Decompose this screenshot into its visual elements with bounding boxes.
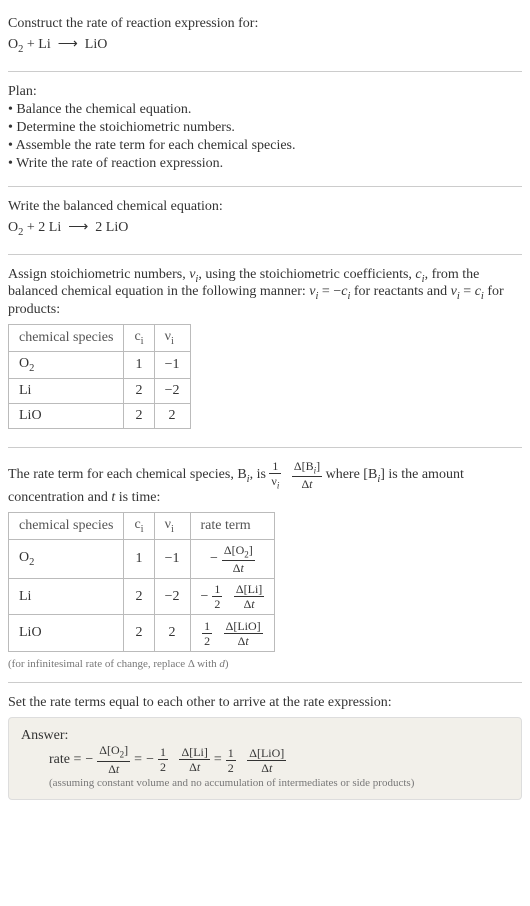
col-header: chemical species (9, 513, 124, 540)
infinitesimal-note: (for infinitesimal rate of change, repla… (8, 658, 522, 670)
problem-header: Construct the rate of reaction expressio… (8, 8, 522, 67)
vi-cell: −1 (154, 351, 190, 378)
species-cell: O2 (9, 539, 124, 578)
plan-item: • Determine the stoichiometric numbers. (8, 120, 522, 136)
ci-cell: 2 (124, 615, 154, 652)
balanced-title: Write the balanced chemical equation: (8, 199, 522, 215)
assign-section: Assign stoichiometric numbers, νi, using… (8, 259, 522, 443)
final-section: Set the rate terms equal to each other t… (8, 687, 522, 807)
ci-cell: 2 (124, 403, 154, 428)
species-cell: LiO (9, 403, 124, 428)
vi-cell: 2 (154, 403, 190, 428)
species-cell: Li (9, 378, 124, 403)
col-header: chemical species (9, 325, 124, 352)
ci-cell: 2 (124, 378, 154, 403)
species-cell: O2 (9, 351, 124, 378)
plan-item: • Assemble the rate term for each chemic… (8, 138, 522, 154)
rate-cell: 12 Δ[LiO]Δt (190, 615, 275, 652)
table-row: Li 2 −2 (9, 378, 191, 403)
answer-box: Answer: rate = −Δ[O2]Δt = −12 Δ[Li]Δt = … (8, 717, 522, 799)
plan-title: Plan: (8, 84, 522, 100)
divider (8, 71, 522, 72)
prompt-text: Construct the rate of reaction expressio… (8, 16, 522, 32)
ci-cell: 1 (124, 351, 154, 378)
divider (8, 254, 522, 255)
divider (8, 186, 522, 187)
assign-paragraph: Assign stoichiometric numbers, νi, using… (8, 267, 522, 319)
plan-item: • Write the rate of reaction expression. (8, 156, 522, 172)
table-row: LiO 2 2 12 Δ[LiO]Δt (9, 615, 275, 652)
assumption-note: (assuming constant volume and no accumul… (21, 777, 509, 789)
col-header: νi (154, 325, 190, 352)
vi-cell: −2 (154, 378, 190, 403)
species-cell: Li (9, 579, 124, 615)
rate-term-paragraph: The rate term for each chemical species,… (8, 460, 522, 506)
table-row: O2 1 −1 (9, 351, 191, 378)
rate-expression: rate = −Δ[O2]Δt = −12 Δ[Li]Δt = 12 Δ[LiO… (49, 744, 286, 774)
table-row: O2 1 −1 −Δ[O2]Δt (9, 539, 275, 578)
rate-cell: −Δ[O2]Δt (190, 539, 275, 578)
rate-expression-line: rate = −Δ[O2]Δt = −12 Δ[Li]Δt = 12 Δ[LiO… (21, 744, 509, 774)
rate-term-table: chemical species ci νi rate term O2 1 −1… (8, 512, 275, 652)
para-pre: The rate term for each chemical species,… (8, 467, 269, 482)
rate-cell: −12 Δ[Li]Δt (190, 579, 275, 615)
vi-cell: −2 (154, 579, 190, 615)
plan-item: • Balance the chemical equation. (8, 102, 522, 118)
final-title: Set the rate terms equal to each other t… (8, 695, 522, 711)
ci-cell: 2 (124, 579, 154, 615)
vi-cell: 2 (154, 615, 190, 652)
table-header-row: chemical species ci νi (9, 325, 191, 352)
rate-term-section: The rate term for each chemical species,… (8, 452, 522, 679)
vi-cell: −1 (154, 539, 190, 578)
table-header-row: chemical species ci νi rate term (9, 513, 275, 540)
ci-cell: 1 (124, 539, 154, 578)
unbalanced-equation: O2 + Li ⟶ LiO (8, 36, 522, 55)
frac-one-over-nu: 1 νi (269, 460, 281, 490)
divider (8, 682, 522, 683)
col-header: ci (124, 513, 154, 540)
balanced-section: Write the balanced chemical equation: O2… (8, 191, 522, 250)
answer-label: Answer: (21, 728, 509, 744)
species-cell: LiO (9, 615, 124, 652)
frac-delta-b: Δ[Bi] Δt (292, 460, 322, 490)
plan-section: Plan: • Balance the chemical equation. •… (8, 76, 522, 182)
col-header: νi (154, 513, 190, 540)
table-row: LiO 2 2 (9, 403, 191, 428)
col-header: rate term (190, 513, 275, 540)
balanced-equation: O2 + 2 Li ⟶ 2 LiO (8, 219, 522, 238)
divider (8, 447, 522, 448)
table-row: Li 2 −2 −12 Δ[Li]Δt (9, 579, 275, 615)
stoich-table: chemical species ci νi O2 1 −1 Li 2 −2 L… (8, 324, 191, 429)
rate-label: rate = (49, 752, 81, 768)
col-header: ci (124, 325, 154, 352)
